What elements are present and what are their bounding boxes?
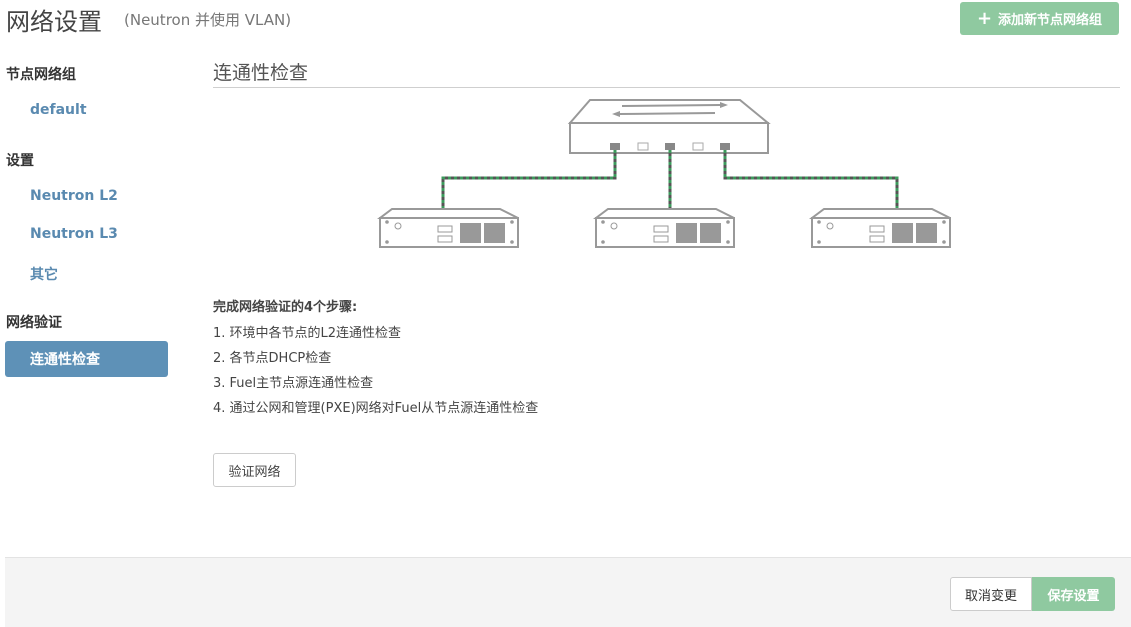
add-button-label: 添加新节点网络组 [998, 13, 1103, 28]
add-node-network-group-button[interactable]: + 添加新节点网络组 [960, 2, 1119, 35]
plus-icon: + [976, 7, 993, 29]
step-item: 1. 环境中各节点的L2连通性检查 [213, 326, 402, 341]
save-settings-button[interactable]: 保存设置 [1032, 577, 1115, 611]
sidebar-group-settings: 设置 [6, 153, 34, 169]
sidebar-item-label: 连通性检查 [30, 352, 100, 368]
page-subtitle: (Neutron 并使用 VLAN) [124, 11, 292, 29]
server-icon [593, 208, 735, 248]
sidebar-group-node-network-groups: 节点网络组 [6, 67, 76, 83]
step-item: 2. 各节点DHCP检查 [213, 351, 332, 366]
sidebar-group-network-verification: 网络验证 [6, 315, 62, 331]
cancel-changes-button[interactable]: 取消变更 [950, 577, 1032, 611]
sidebar-item-default[interactable]: default [30, 102, 87, 118]
step-item: 3. Fuel主节点源连通性检查 [213, 376, 374, 391]
sidebar-item-neutron-l3[interactable]: Neutron L3 [30, 226, 118, 242]
steps-title: 完成网络验证的4个步骤: [213, 300, 358, 315]
sidebar-item-connectivity-check[interactable]: 连通性检查 [5, 341, 168, 377]
server-icon [377, 208, 519, 248]
network-diagram [377, 99, 951, 248]
section-title: 连通性检查 [213, 62, 309, 84]
verification-steps: 完成网络验证的4个步骤: 1. 环境中各节点的L2连通性检查 2. 各节点DHC… [213, 296, 538, 421]
server-icon [809, 208, 951, 248]
page-title: 网络设置 [6, 8, 102, 36]
cable-lines [441, 150, 899, 212]
verify-network-button[interactable]: 验证网络 [213, 453, 296, 487]
sidebar-item-neutron-l2[interactable]: Neutron L2 [30, 188, 118, 204]
switch-icon [567, 99, 771, 154]
section-divider [213, 87, 1120, 88]
step-item: 4. 通过公网和管理(PXE)网络对Fuel从节点源连通性检查 [213, 401, 539, 416]
sidebar-item-other[interactable]: 其它 [30, 264, 58, 284]
